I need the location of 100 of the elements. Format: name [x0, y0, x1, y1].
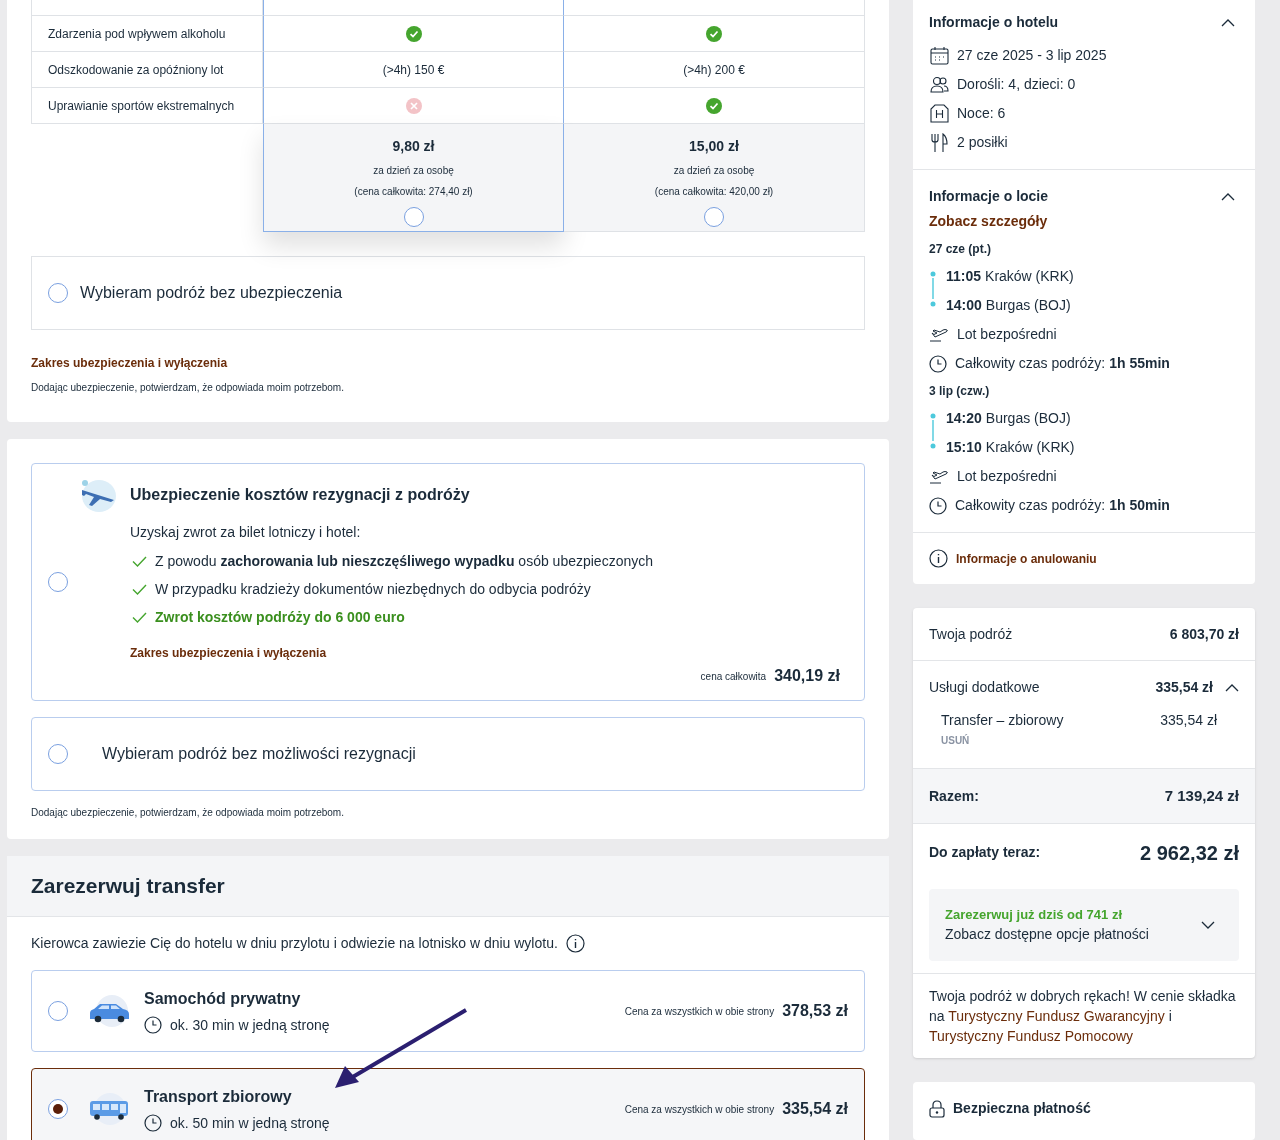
- calendar-icon: [929, 46, 949, 65]
- extra-service-price: 335,54 zł: [1160, 711, 1217, 730]
- total-label: Razem:: [929, 786, 979, 806]
- lock-icon: [929, 1099, 945, 1118]
- assistance-fund-link[interactable]: Turystyczny Fundusz Pomocowy: [929, 1028, 1134, 1044]
- transfer-option[interactable]: Samochód prywatny ok. 30 min w jedną stronę Cena za wszystkich w obie strony 378,53 zł: [31, 970, 865, 1052]
- chevron-icon[interactable]: [1201, 921, 1215, 929]
- hotel-detail: Dorośli: 4, dzieci: 0: [957, 75, 1076, 94]
- plan-total-price: (cena całkowita: 420,00 zł): [654, 185, 774, 199]
- radio-button[interactable]: [48, 744, 68, 764]
- radio-button[interactable]: [704, 207, 724, 227]
- summary-label: Twoja podróż: [929, 624, 1013, 644]
- cancellation-insurance-option[interactable]: [31, 463, 865, 701]
- price-label: Cena za wszystkich w obie strony: [624, 1102, 775, 1117]
- secure-payment-title: Bezpieczna płatność: [953, 1099, 1091, 1118]
- transfer-option[interactable]: Transport zbiorowy ok. 50 min w jedną stronę Cena za wszystkich w obie strony 335,54 zł: [31, 1068, 865, 1140]
- promo-subtitle: Zobacz dostępne opcje płatności: [945, 925, 1149, 945]
- summary-value: 6 803,70 zł: [1169, 624, 1239, 644]
- radio-button[interactable]: [48, 572, 68, 592]
- flight-type: Lot bezpośredni: [957, 467, 1057, 486]
- airport-name: Burgas (BOJ): [985, 296, 1071, 315]
- transfer-title: Zarezerwuj transfer: [31, 873, 225, 900]
- car-icon: [88, 993, 132, 1029]
- total-value: 7 139,24 zł: [1164, 785, 1239, 806]
- clock-icon: [929, 496, 947, 515]
- transfer-price: 378,53 zł: [782, 1001, 848, 1021]
- cancellation-price: 340,19 zł: [774, 666, 840, 686]
- plan-price: 15,00 zł: [689, 137, 739, 156]
- plan-price-unit: za dzień za osobę: [673, 164, 755, 178]
- pay-now-label: Do zapłaty teraz:: [929, 843, 1041, 862]
- hotel-detail: 27 cze 2025 - 3 lip 2025: [957, 46, 1107, 65]
- chevron-icon[interactable]: [1225, 683, 1239, 692]
- coverage-label: Odszkodowanie za opóźniony lot: [48, 61, 224, 79]
- route-line-icon: [929, 271, 937, 307]
- transfer-duration: ok. 30 min w jedną stronę: [170, 1015, 330, 1035]
- flight-time: 15:10: [946, 438, 982, 457]
- plane-icon: [929, 469, 949, 484]
- flight-type: Lot bezpośredni: [957, 325, 1057, 344]
- benefit-text: W przypadku kradzieży dokumentów niezbędnych do odbycia podróży: [155, 580, 591, 599]
- cancellation-info-link[interactable]: Informacje o anulowaniu: [956, 549, 1097, 568]
- flight-time: 11:05: [946, 267, 982, 286]
- option-label: Wybieram podróż bez możliwości rezygnacji: [102, 744, 416, 764]
- option-label: Wybieram podróż bez ubezpieczenia: [80, 283, 343, 303]
- cancellation-intro: Uzyskaj zwrot za bilet lotniczy i hotel:: [130, 523, 362, 542]
- cutlery-icon: [929, 132, 949, 153]
- transfer-duration: ok. 50 min w jedną stronę: [170, 1113, 330, 1133]
- duration-label: Całkowity czas podróży:: [955, 354, 1106, 373]
- coverage-label: Zdarzenia pod wpływem alkoholu: [48, 25, 226, 43]
- extra-service-name: Transfer – zbiorowy: [941, 711, 1064, 730]
- duration-value: 1h 55min: [1109, 354, 1170, 373]
- plan-price-unit: za dzień za osobę: [373, 164, 454, 178]
- cross-circle-icon: [405, 97, 422, 114]
- check-icon: [132, 584, 147, 595]
- chevron-icon[interactable]: [1221, 192, 1235, 201]
- flight-time: 14:00: [946, 296, 982, 315]
- route-line-icon: [929, 413, 937, 449]
- coverage-scope-link[interactable]: Zakres ubezpieczenia i wyłączenia: [130, 646, 327, 660]
- section-title: Informacje o locie: [929, 187, 1049, 206]
- airport-name: Kraków (KRK): [985, 267, 1074, 286]
- flight-details-link[interactable]: Zobacz szczegóły: [929, 211, 1048, 232]
- price-label: cena całkowita: [700, 669, 767, 684]
- consent-note: Dodając ubezpieczenie, potwierdzam, że odpowiada moim potrzebom.: [31, 382, 344, 393]
- info-icon[interactable]: [565, 934, 585, 953]
- duration-value: 1h 50min: [1109, 496, 1170, 515]
- clock-icon: [144, 1016, 162, 1034]
- table-cell-text: (>4h) 150 €: [382, 61, 445, 79]
- flight-date: 3 lip (czw.): [929, 383, 991, 400]
- trust-note: Twoja podróż w dobrych rękach! W cenie składka na Turystyczny Fundusz Gwarancyjny i Turystyczny Fundusz Pomocowy: [929, 987, 1237, 1046]
- no-cancellation-option[interactable]: Wybieram podróż bez możliwości rezygnacji: [31, 717, 865, 791]
- check-icon: [132, 556, 147, 567]
- transfer-price: 335,54 zł: [782, 1099, 848, 1119]
- flight-time: 14:20: [946, 409, 982, 428]
- duration-label: Całkowity czas podróży:: [955, 496, 1106, 515]
- transfer-description: Kierowca zawiezie Cię do hotelu w dniu przylotu i odwiezie na lotnisko w dniu wylotu.: [31, 934, 558, 953]
- check-circle-icon: [706, 97, 722, 114]
- check-icon: [132, 612, 147, 623]
- guarantee-fund-link[interactable]: Turystyczny Fundusz Gwarancyjny: [948, 1008, 1165, 1024]
- radio-button[interactable]: [403, 207, 424, 227]
- payment-options-panel[interactable]: Zarezerwuj już dziś od 741 zł Zobacz dostępne opcje płatności: [929, 889, 1239, 961]
- coverage-label: Uprawianie sportów ekstremalnych: [48, 97, 235, 115]
- info-icon[interactable]: [929, 549, 948, 568]
- plan-price-panel[interactable]: 9,80 zł za dzień za osobę (cena całkowita: 274,40 zł): [263, 124, 564, 232]
- hotel-detail: 2 posiłki: [957, 133, 1008, 152]
- radio-button[interactable]: [48, 1099, 68, 1119]
- people-icon: [929, 76, 949, 93]
- coverage-scope-link[interactable]: Zakres ubezpieczenia i wyłączenia: [31, 356, 228, 370]
- summary-label: Usługi dodatkowe: [929, 678, 1040, 697]
- benefit-text: Zwrot kosztów podróży do 6 000 euro: [155, 608, 405, 627]
- table-cell-text: (>4h) 200 €: [683, 61, 745, 79]
- plan-total-price: (cena całkowita: 274,40 zł): [354, 185, 473, 199]
- plan-price-panel[interactable]: 15,00 zł za dzień za osobę (cena całkowita: 420,00 zł): [564, 124, 865, 232]
- hotel-icon: [929, 104, 949, 123]
- radio-button[interactable]: [48, 283, 68, 303]
- cancellation-title: Ubezpieczenie kosztów rezygnacji z podróży: [130, 485, 470, 505]
- flight-date: 27 cze (pt.): [929, 241, 992, 258]
- radio-button[interactable]: [48, 1001, 68, 1021]
- benefit-text: Z powodu zachorowania lub nieszczęśliwego wypadku osób ubezpieczonych: [155, 552, 653, 571]
- summary-value: 335,54 zł: [1155, 678, 1213, 697]
- chevron-icon[interactable]: [1221, 18, 1235, 27]
- no-insurance-option[interactable]: Wybieram podróż bez ubezpieczenia: [31, 256, 865, 330]
